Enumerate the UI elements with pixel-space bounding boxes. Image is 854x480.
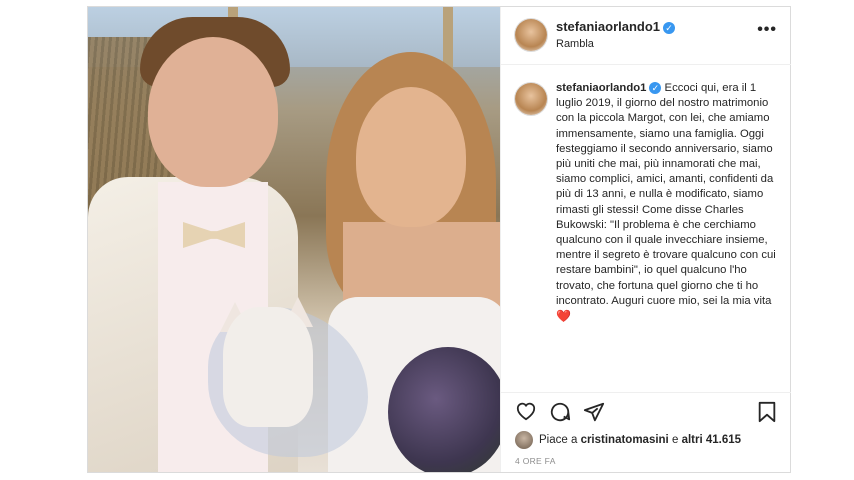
post-timestamp[interactable]: 4 ORE FA: [515, 456, 556, 466]
bride-face: [356, 87, 466, 227]
caption-username[interactable]: stefaniaorlando1: [556, 82, 646, 94]
bookmark-icon[interactable]: [757, 401, 777, 423]
verified-icon: ✓: [649, 82, 662, 95]
comment-icon[interactable]: [549, 401, 571, 423]
location-link[interactable]: Rambla: [556, 38, 594, 50]
likes-summary: Piace a cristinatomasini e altri 41.615: [515, 431, 741, 449]
action-bar: [501, 392, 791, 423]
liked-by-user[interactable]: cristinatomasini: [581, 434, 669, 446]
likes-count[interactable]: altri 41.615: [682, 434, 741, 446]
caption-body: Eccoci qui, era il 1 luglio 2019, il gio…: [556, 82, 776, 307]
instagram-post: stefaniaorlando1 ✓ Rambla ••• stefaniaorl…: [87, 6, 791, 473]
likes-middle: e: [671, 434, 679, 447]
post-photo[interactable]: [88, 7, 500, 472]
avatar[interactable]: [515, 83, 547, 115]
liker-avatar[interactable]: [515, 431, 533, 449]
caption-text: stefaniaorlando1 ✓ Eccoci qui, era il 1 l…: [556, 81, 778, 325]
more-options-icon[interactable]: •••: [757, 21, 777, 39]
likes-prefix: Piace a: [539, 434, 578, 447]
share-icon[interactable]: [583, 401, 605, 423]
post-header: stefaniaorlando1 ✓ Rambla •••: [501, 7, 791, 65]
header-username[interactable]: stefaniaorlando1 ✓: [556, 19, 676, 34]
heart-icon[interactable]: [515, 401, 537, 421]
bouquet: [388, 347, 500, 472]
heart-emoji: ❤️: [556, 309, 571, 324]
verified-icon: ✓: [663, 21, 676, 34]
username-text[interactable]: stefaniaorlando1: [556, 19, 660, 34]
post-sidebar: stefaniaorlando1 ✓ Rambla ••• stefaniaorl…: [500, 7, 791, 472]
chihuahua: [223, 307, 313, 427]
avatar[interactable]: [515, 19, 547, 51]
groom-face: [148, 37, 278, 187]
